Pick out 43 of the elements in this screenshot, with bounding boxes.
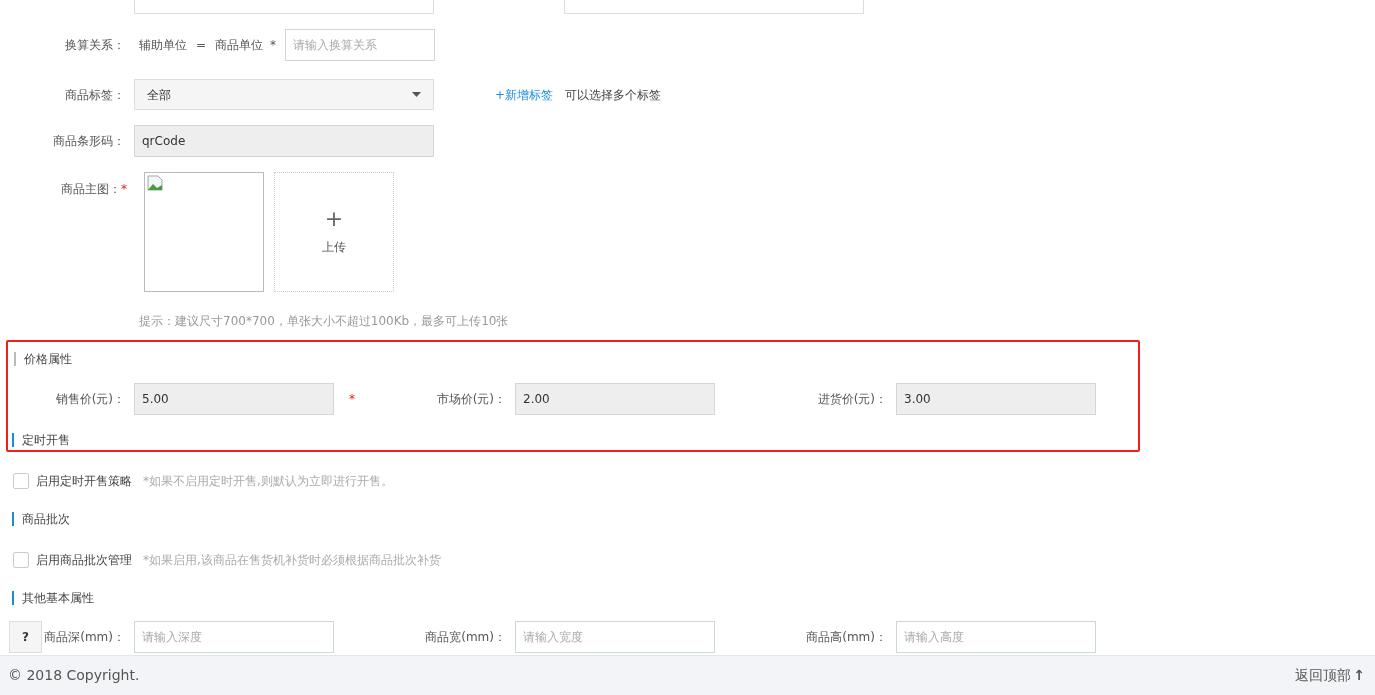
dimension-input[interactable]: 请输入宽度: [515, 621, 715, 653]
hint-text: 可以选择多个标签: [565, 86, 662, 104]
note-text: *如果启用,该商品在售货机补货时必须根据商品批次补货: [143, 552, 441, 569]
upload-button[interactable]: + 上传: [274, 172, 394, 292]
price-input[interactable]: 3.00: [896, 383, 1096, 415]
checkbox[interactable]: [13, 552, 29, 568]
field-label: 商品深(mm)：: [44, 629, 125, 646]
field-label: 商品标签：: [64, 86, 125, 104]
copyright-text: © 2018 Copyright.: [8, 666, 140, 685]
caret-icon: [412, 92, 421, 97]
help-button[interactable]: ?: [9, 621, 42, 653]
price-input[interactable]: 5.00: [134, 383, 334, 415]
section-title: 其他基本属性: [12, 591, 94, 605]
field-label: 商品高(mm)：: [806, 629, 887, 646]
field-label: 商品主图：*: [60, 181, 127, 198]
field-label: 进货价(元)：: [817, 391, 887, 408]
field-label: 商品条形码：: [52, 133, 125, 150]
checkbox[interactable]: [13, 473, 29, 489]
unit-text: 辅助单位: [139, 37, 187, 54]
back-to-top-link[interactable]: 返回顶部↑: [1295, 665, 1365, 686]
required-mark: *: [349, 391, 355, 408]
section-title: 定时开售: [12, 433, 70, 447]
price-input[interactable]: 2.00: [515, 383, 715, 415]
barcode-field: qrCode: [134, 125, 434, 157]
checkbox-label: 启用商品批次管理: [36, 552, 132, 569]
equals-sign: =: [196, 37, 207, 54]
section-title: 价格属性: [14, 352, 72, 366]
dimension-input[interactable]: 请输入深度: [134, 621, 334, 653]
conversion-input[interactable]: 请输入换算关系: [285, 29, 436, 61]
field-label: 换算关系：: [64, 37, 125, 54]
required-mark: *: [270, 37, 277, 54]
unit-text: 商品单位: [215, 37, 264, 54]
broken-image-icon: [147, 175, 163, 191]
checkbox-label: 启用定时开售策略: [36, 473, 132, 490]
note-text: *如果不启用定时开售,则默认为立即进行开售。: [143, 473, 393, 490]
add-tag-link[interactable]: +新增标签: [495, 85, 554, 104]
dimension-input[interactable]: 请输入高度: [896, 621, 1096, 653]
hint-text: 提示：建议尺寸700*700，单张大小不超过100Kb，最多可上传10张: [139, 313, 509, 330]
field-label: 市场价(元)：: [436, 391, 506, 408]
field-label: 销售价(元)：: [55, 391, 125, 408]
tag-dropdown[interactable]: 全部: [134, 79, 434, 110]
field-label: 商品宽(mm)：: [425, 629, 506, 646]
section-title: 商品批次: [12, 512, 70, 526]
